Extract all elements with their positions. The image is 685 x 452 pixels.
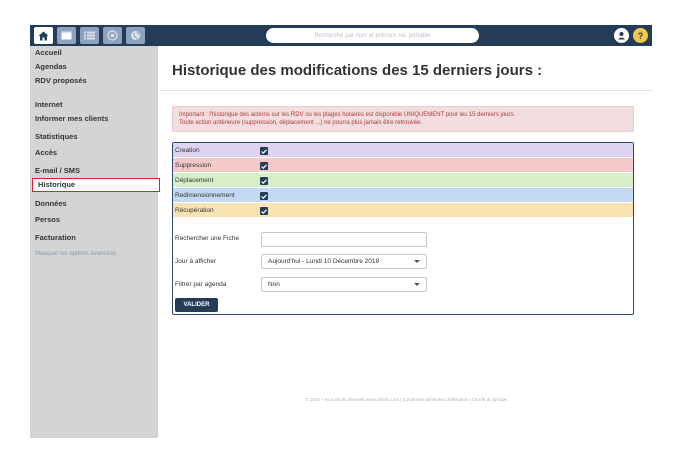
search-fiche-label: Rechercher une Fiche: [175, 235, 239, 242]
filter-label-redimensionnement: Redimensionnement: [175, 192, 235, 199]
alert-line-1: Important : l'historique des actions sur…: [179, 112, 516, 118]
check-icon: [261, 148, 267, 154]
advanced-options-link[interactable]: Masquer les options avancées: [30, 247, 158, 261]
sidebar-item-informer-clients[interactable]: Informer mes clients: [30, 112, 158, 126]
check-icon: [261, 208, 267, 214]
filter-row-recuperation: Récupération: [173, 203, 633, 218]
filter-label-recuperation: Récupération: [175, 207, 214, 214]
checkbox-deplacement[interactable]: [260, 177, 268, 185]
help-button[interactable]: ?: [633, 28, 648, 43]
check-icon: [261, 163, 267, 169]
home-icon: [38, 31, 49, 40]
sidebar-item-facturation[interactable]: Facturation: [30, 231, 158, 245]
sidebar-item-donnees[interactable]: Données: [30, 197, 158, 211]
list-button[interactable]: [80, 27, 99, 44]
warning-alert: Important : l'historique des actions sur…: [172, 106, 634, 132]
checkbox-recuperation[interactable]: [260, 207, 268, 215]
filter-label-creation: Creation: [175, 147, 200, 154]
filter-label-suppression: Suppression: [175, 162, 212, 169]
chevron-down-icon: [414, 283, 420, 286]
sidebar-item-statistiques[interactable]: Statistiques: [30, 130, 158, 144]
checkbox-suppression[interactable]: [260, 162, 268, 170]
day-select-value: Aujourd'hui - Lundi 10 Décembre 2018: [268, 258, 380, 265]
alert-line-2: Toute action antérieure (suppression, dé…: [179, 120, 423, 126]
check-icon: [261, 193, 267, 199]
chevron-down-icon: [414, 260, 420, 263]
filter-row-deplacement: Déplacement: [173, 173, 633, 188]
footer: © 2018 – Tous droits réservés www.clicrd…: [305, 397, 507, 402]
search-fiche-input[interactable]: [261, 232, 427, 247]
target-button[interactable]: [103, 27, 122, 44]
day-label: Jour à afficher: [175, 258, 217, 265]
checkbox-creation[interactable]: [260, 147, 268, 155]
sidebar-item-persos[interactable]: Persos: [30, 213, 158, 227]
search-input[interactable]: Recherche par nom et prénom, tél. portab…: [266, 28, 479, 43]
filter-label-deplacement: Déplacement: [175, 177, 214, 184]
sidebar-item-accueil[interactable]: Accueil: [30, 46, 158, 60]
history-filter-form: Creation Suppression Déplacement Redimen…: [172, 142, 634, 315]
sidebar-item-internet[interactable]: Internet: [30, 98, 158, 112]
agenda-filter-select[interactable]: Non: [261, 277, 427, 292]
page-title: Historique des modifications des 15 dern…: [172, 62, 543, 79]
home-button[interactable]: [34, 27, 53, 44]
filter-row-redimensionnement: Redimensionnement: [173, 188, 633, 203]
checkbox-redimensionnement[interactable]: [260, 192, 268, 200]
globe-icon: [131, 31, 140, 40]
title-divider: [160, 90, 652, 91]
sidebar-item-historique[interactable]: Historique: [32, 178, 160, 192]
list-icon: [84, 31, 95, 40]
help-icon: ?: [637, 30, 644, 41]
globe-button[interactable]: [126, 27, 145, 44]
sidebar: Accueil Agendas RDV proposés Internet In…: [30, 46, 160, 438]
filter-row-suppression: Suppression: [173, 158, 633, 173]
sidebar-item-acces[interactable]: Accès: [30, 146, 158, 160]
agenda-filter-label: Filtrer par agenda: [175, 281, 227, 288]
sidebar-item-agendas[interactable]: Agendas: [30, 60, 158, 74]
user-icon: [618, 32, 625, 40]
sidebar-item-rdv-proposes[interactable]: RDV proposés: [30, 74, 158, 88]
target-icon: [107, 30, 118, 41]
sidebar-item-email-sms[interactable]: E-mail / SMS: [30, 164, 158, 178]
calendar-button[interactable]: [57, 27, 76, 44]
user-button[interactable]: [614, 28, 629, 43]
day-select[interactable]: Aujourd'hui - Lundi 10 Décembre 2018: [261, 254, 427, 269]
top-navigation-bar: Recherche par nom et prénom, tél. portab…: [30, 25, 652, 46]
validate-button[interactable]: VALIDER: [175, 298, 218, 312]
check-icon: [261, 178, 267, 184]
calendar-icon: [61, 31, 72, 40]
agenda-filter-value: Non: [268, 281, 280, 288]
filter-row-creation: Creation: [173, 143, 633, 158]
